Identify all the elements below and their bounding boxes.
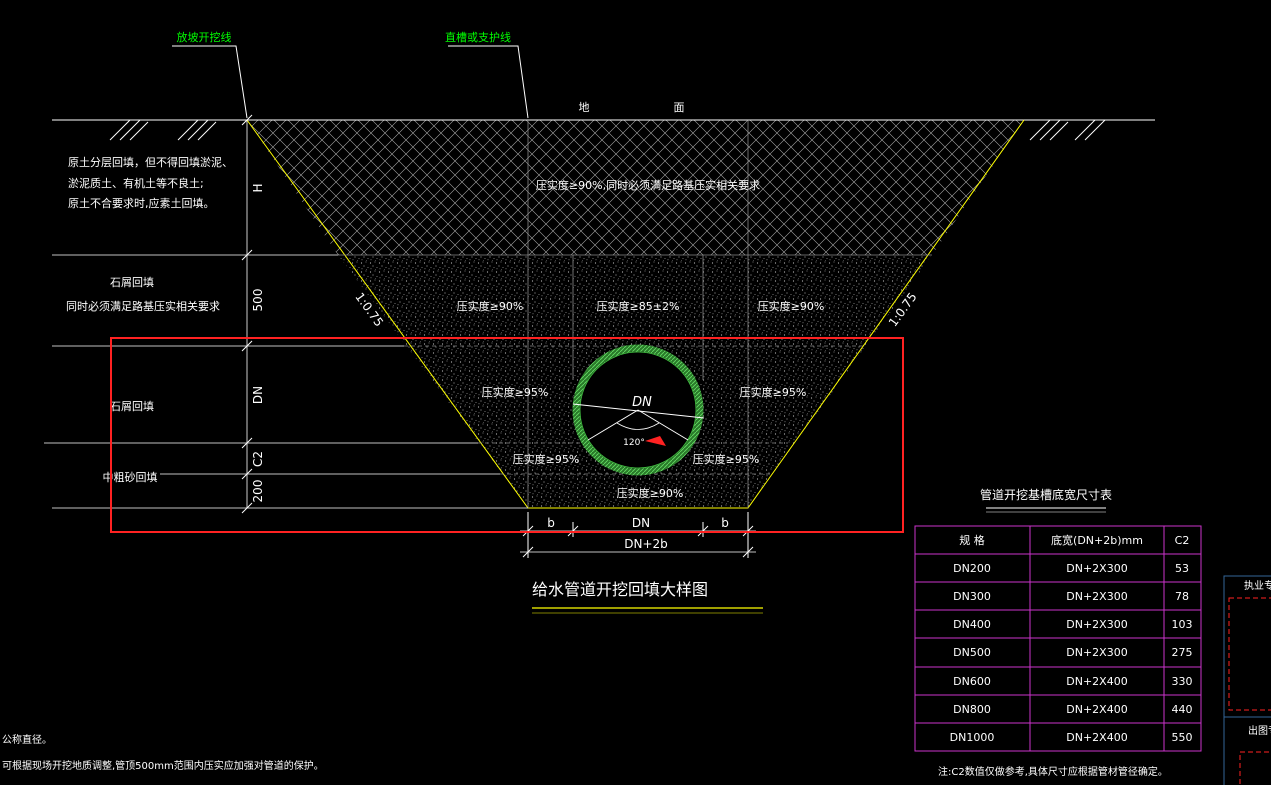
compaction-low-right: 压实度≥95% xyxy=(693,452,760,466)
table-cell: DN+2X300 xyxy=(1066,590,1127,603)
dim-dn: DN xyxy=(251,386,265,404)
leader-slope-excavation xyxy=(172,45,248,119)
dim-500: 500 xyxy=(251,289,265,312)
table-note: 注:C2数值仅做参考,具体尺寸应根据管材管径确定。 xyxy=(938,765,1168,778)
compaction-pipe-left: 压实度≥95% xyxy=(482,385,549,399)
bottom-note-1: 公称直径。 xyxy=(2,733,52,746)
pipe-dn-label: DN xyxy=(632,395,652,410)
title-block-label-bottom: 出图专 xyxy=(1248,724,1271,737)
table-cell: DN+2X300 xyxy=(1066,618,1127,631)
table-cell: 440 xyxy=(1172,703,1193,716)
note-backfill-line-1: 原土分层回填，但不得回填淤泥、 xyxy=(68,155,233,169)
label-ground-right: 面 xyxy=(674,101,685,114)
dim-dn2b: DN+2b xyxy=(624,537,668,551)
dim-b-left: b xyxy=(547,516,555,530)
title-block-frame xyxy=(1223,575,1271,785)
label-ground-left: 地 xyxy=(579,101,590,114)
table-title: 管道开挖基槽底宽尺寸表 xyxy=(980,487,1112,502)
table-cell: DN400 xyxy=(953,618,991,631)
compaction-mid-center: 压实度≥85±2% xyxy=(597,299,680,313)
compaction-bottom: 压实度≥90% xyxy=(617,486,684,500)
table-cell: DN500 xyxy=(953,646,991,659)
table-cell: DN+2X400 xyxy=(1066,731,1127,744)
leader-trench-support xyxy=(448,45,529,119)
compaction-pipe-right: 压实度≥95% xyxy=(740,385,807,399)
title-block-stamp-area xyxy=(1228,597,1271,711)
ground-symbol-left-2 xyxy=(177,119,217,141)
dim-h: H xyxy=(251,183,265,192)
dim-c2: C2 xyxy=(251,451,265,467)
table-cell: 275 xyxy=(1172,646,1193,659)
label-slope-excavation: 放坡开挖线 xyxy=(177,30,232,44)
label-stone-chip-2: 同时必须满足路基压实相关要求 xyxy=(66,299,220,313)
table-cell: DN+2X300 xyxy=(1066,562,1127,575)
compaction-mid-left: 压实度≥90% xyxy=(457,299,524,313)
ground-symbol-right-2 xyxy=(1074,119,1106,141)
label-trench-support: 直槽或支护线 xyxy=(445,30,511,44)
dim-dn-bottom: DN xyxy=(632,516,650,530)
note-backfill-line-3: 原土不合要求时,应素土回填。 xyxy=(68,196,215,210)
table-header-c2: C2 xyxy=(1175,534,1190,547)
compaction-mid-right: 压实度≥90% xyxy=(758,299,825,313)
drawing-title: 给水管道开挖回填大样图 xyxy=(532,580,708,599)
label-stone-chip-3: 石屑回填 xyxy=(110,399,154,413)
ground-symbol-right-1 xyxy=(1029,119,1069,141)
table-cell: DN300 xyxy=(953,590,991,603)
bottom-note-2: 可根据现场开挖地质调整,管顶500mm范围内压实应加强对管道的保护。 xyxy=(2,759,324,772)
table-cell: 330 xyxy=(1172,675,1193,688)
title-block-stamp-area-lower xyxy=(1239,751,1271,785)
table-header-width: 底宽(DN+2b)mm xyxy=(1051,533,1143,547)
table-header-spec: 规 格 xyxy=(959,533,985,547)
ground-symbol-left-1 xyxy=(109,119,149,141)
table-cell: DN200 xyxy=(953,562,991,575)
table-cell: 53 xyxy=(1175,562,1189,575)
dim-200: 200 xyxy=(251,480,265,503)
table-cell: 103 xyxy=(1172,618,1193,631)
label-stone-chip-1: 石屑回填 xyxy=(110,275,154,289)
compaction-top: 压实度≥90%,同时必须满足路基压实相关要求 xyxy=(536,178,760,192)
dimension-table xyxy=(914,525,1202,752)
table-cell: DN+2X400 xyxy=(1066,703,1127,716)
cad-drawing-canvas: 放坡开挖线 直槽或支护线 地 面 原土分层回填，但不得回填淤泥、 淤泥质土、有机… xyxy=(2,30,1271,785)
compaction-low-left: 压实度≥95% xyxy=(513,452,580,466)
dim-b-right: b xyxy=(721,516,729,530)
title-block-label-top: 执业专 xyxy=(1244,579,1271,592)
table-cell: DN800 xyxy=(953,703,991,716)
table-cell: DN600 xyxy=(953,675,991,688)
pipe-angle-label: 120° xyxy=(623,438,645,448)
table-cell: 550 xyxy=(1172,731,1193,744)
table-cell: DN1000 xyxy=(950,731,995,744)
table-cell: 78 xyxy=(1175,590,1189,603)
note-backfill-line-2: 淤泥质土、有机土等不良土; xyxy=(68,176,204,190)
table-cell: DN+2X300 xyxy=(1066,646,1127,659)
table-cell: DN+2X400 xyxy=(1066,675,1127,688)
